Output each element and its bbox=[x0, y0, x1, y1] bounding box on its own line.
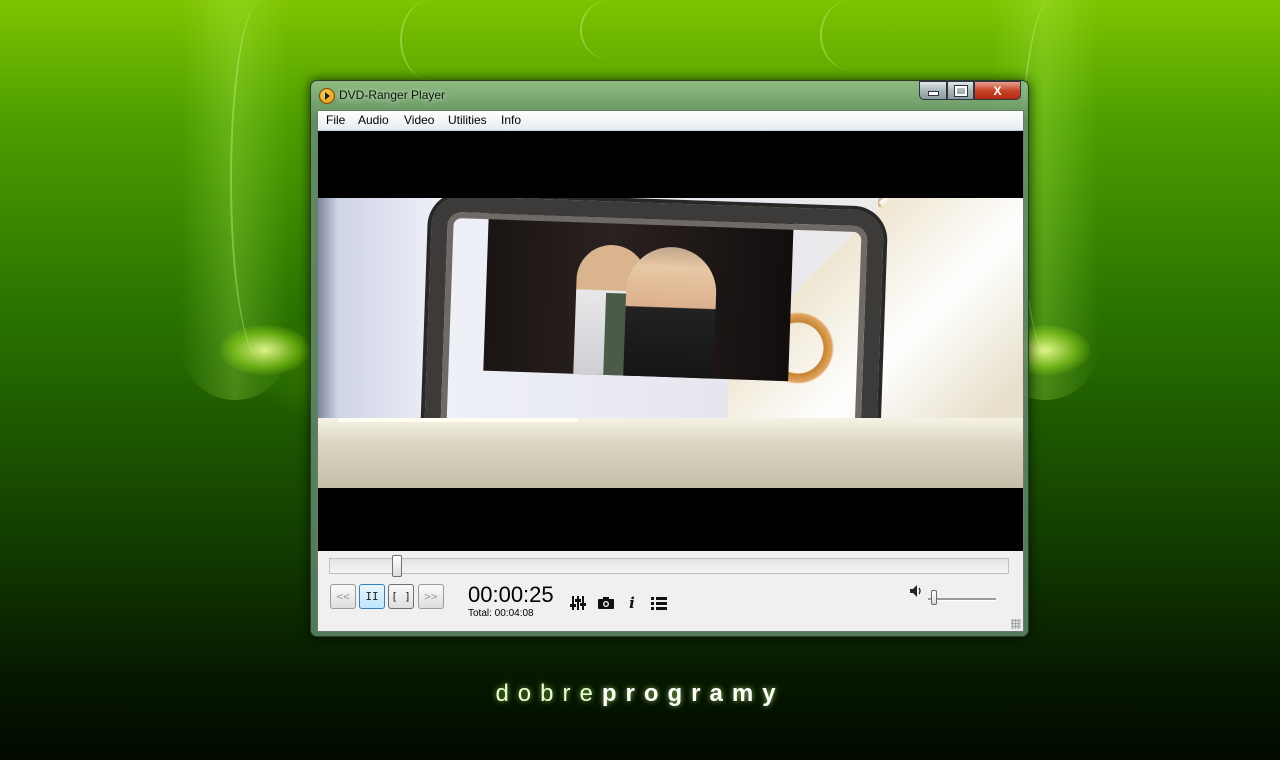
video-frame bbox=[318, 198, 1023, 488]
brand-logo-part2: programy bbox=[601, 680, 785, 707]
seek-bar[interactable] bbox=[329, 558, 1009, 574]
close-icon: X bbox=[993, 83, 1002, 98]
window-title: DVD-Ranger Player bbox=[339, 88, 446, 102]
pause-icon: II bbox=[365, 590, 379, 603]
menu-utilities[interactable]: Utilities bbox=[447, 113, 488, 127]
menu-info[interactable]: Info bbox=[500, 113, 522, 127]
swirl-decoration bbox=[820, 0, 882, 70]
minimize-button[interactable] bbox=[919, 81, 947, 100]
snapshot-button[interactable] bbox=[598, 595, 614, 611]
maximize-icon bbox=[953, 84, 968, 97]
info-button[interactable]: i bbox=[624, 594, 640, 612]
swirl-decoration bbox=[580, 0, 642, 60]
menu-bar: File Audio Video Utilities Info bbox=[318, 111, 1023, 131]
speaker-icon[interactable] bbox=[910, 584, 924, 598]
playlist-button[interactable] bbox=[651, 595, 667, 611]
swirl-decoration bbox=[1020, 0, 1082, 360]
window-client: File Audio Video Utilities Info << II [… bbox=[317, 110, 1024, 632]
maximize-button[interactable] bbox=[947, 81, 974, 100]
pause-button[interactable]: II bbox=[359, 584, 385, 609]
stop-icon: [ ] bbox=[391, 590, 411, 603]
video-area[interactable] bbox=[318, 131, 1023, 551]
player-window: DVD-Ranger Player X File Audio Video Uti… bbox=[310, 80, 1029, 637]
swirl-decoration bbox=[400, 0, 462, 80]
brand-logo-part1: dobre bbox=[495, 680, 602, 707]
stop-button[interactable]: [ ] bbox=[388, 584, 414, 609]
volume-thumb[interactable] bbox=[931, 590, 937, 605]
swirl-decoration bbox=[230, 0, 292, 360]
app-logo-icon[interactable] bbox=[319, 88, 335, 104]
volume-slider[interactable] bbox=[928, 598, 996, 601]
menu-file[interactable]: File bbox=[325, 113, 346, 127]
equalizer-icon bbox=[570, 596, 586, 610]
seek-thumb[interactable] bbox=[392, 555, 402, 577]
equalizer-button[interactable] bbox=[570, 595, 586, 611]
playlist-icon bbox=[651, 597, 667, 610]
previous-button[interactable]: << bbox=[330, 584, 356, 609]
menu-video[interactable]: Video bbox=[403, 113, 435, 127]
current-time: 00:00:25 bbox=[468, 582, 554, 607]
close-button[interactable]: X bbox=[974, 81, 1021, 100]
control-panel: << II [ ] >> 00:00:25 Total: 00:04:08 i bbox=[318, 552, 1023, 631]
video-shelf-edge bbox=[338, 418, 578, 422]
camera-icon bbox=[598, 597, 614, 609]
minimize-icon bbox=[927, 91, 939, 96]
title-bar[interactable]: DVD-Ranger Player X bbox=[311, 81, 1028, 109]
next-icon: >> bbox=[424, 590, 438, 603]
total-time: Total: 00:04:08 bbox=[468, 608, 534, 619]
menu-audio[interactable]: Audio bbox=[357, 113, 390, 127]
resize-grip[interactable] bbox=[1011, 619, 1021, 629]
previous-icon: << bbox=[336, 590, 350, 603]
brand-logo: dobreprogramy bbox=[0, 680, 1280, 708]
next-button[interactable]: >> bbox=[418, 584, 444, 609]
video-shelf bbox=[318, 418, 1023, 488]
info-icon: i bbox=[629, 594, 635, 612]
